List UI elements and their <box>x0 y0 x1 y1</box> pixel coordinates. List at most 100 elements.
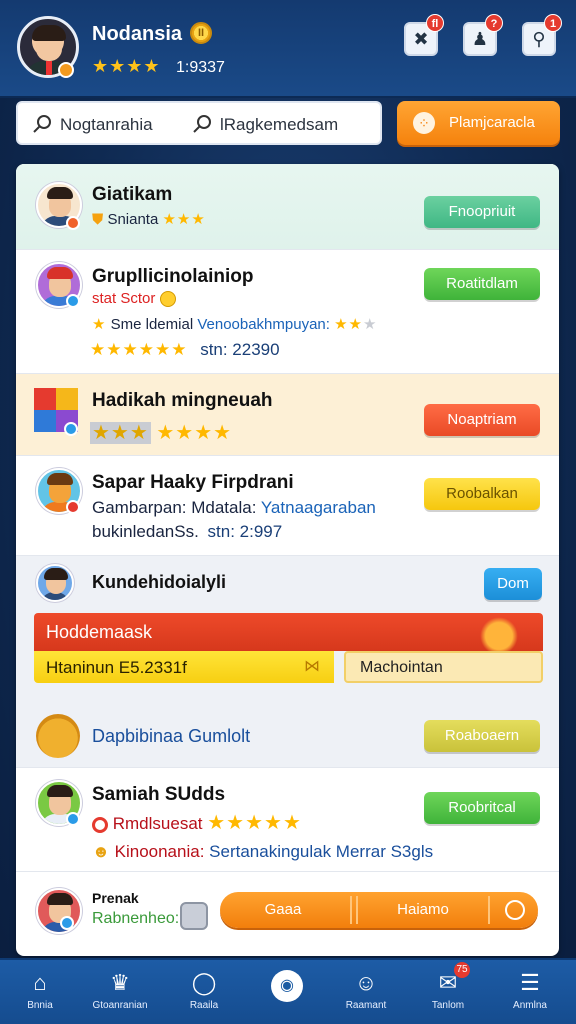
list-item[interactable]: Giatikam ⛊ Snianta ★★★ Fnoopriuit <box>16 164 559 250</box>
user-button[interactable]: ♟ ? <box>463 14 503 56</box>
list-item[interactable]: Hadikah mingneuah ★★★ ★★★★ Noaptriam <box>16 374 559 456</box>
search-bar: Nogtanrahia lRagkemedsam <box>16 101 382 145</box>
rating-stars-empty: ★ <box>363 316 378 333</box>
action-bar: Gaaa Haiamo <box>220 892 538 928</box>
user-rating-stars: ★★★★ <box>92 56 161 76</box>
search-icon <box>33 115 51 133</box>
nav-label: Tanlom <box>431 1000 465 1011</box>
search-input[interactable]: Nogtanrahia <box>60 115 153 135</box>
row-stats-text: bukinledanSs. <box>92 522 199 541</box>
expand-header-label: Hoddemaask <box>46 622 153 642</box>
nav-profile[interactable]: ☺ Raamant <box>330 960 402 1024</box>
row-title: Grupllicinolainiop <box>92 266 254 287</box>
row-subtitle: Rabnenheo: <box>92 910 180 927</box>
verified-badge <box>64 422 78 436</box>
expand-option-field[interactable]: Machointan <box>344 651 543 683</box>
row-detail: ★ Sme ldemial Venoobakhmpuyan: ★★★ <box>92 315 377 333</box>
row-detail: ☻ Kinoonania: Sertanakingulak Merrar S3g… <box>92 842 433 862</box>
expand-value: Htaninun E5.2331f <box>46 658 187 677</box>
row-rating: ★★★ ★★★★ <box>90 420 232 445</box>
notification-badge: ? <box>485 14 503 32</box>
expand-header[interactable]: Hoddemaask <box>34 613 543 655</box>
play-button-label: Plamjcaracla <box>449 114 535 131</box>
chat-button[interactable] <box>492 892 538 928</box>
notification-badge: fl <box>426 14 444 32</box>
row-action-button[interactable]: Noaptriam <box>424 404 540 436</box>
row-detail: Gambarpan: Mdatala: Yatnaagaraban <box>92 498 376 518</box>
alert-badge <box>66 500 80 514</box>
action-left-button[interactable]: Gaaa <box>220 892 346 928</box>
top-header: Nodansia II ★★★★ 1:9337 ✖ fl ♟ ? ⚲ 1 <box>0 0 576 98</box>
nav-circle[interactable]: ◯ Raaila <box>168 960 240 1024</box>
menu-icon: ☰ <box>520 970 540 995</box>
circle-icon: ◯ <box>191 970 217 995</box>
nav-crown[interactable]: ♛ Gtoanranian <box>84 960 156 1024</box>
list-item[interactable]: Grupllicinolainiop stat Sctor ★ Sme ldem… <box>16 250 559 374</box>
nav-play[interactable]: ◉ <box>250 960 322 1024</box>
nav-label: Raaila <box>189 1000 219 1011</box>
nav-label: Raamant <box>345 1000 387 1011</box>
row-title: Dapbibinaa Gumlolt <box>92 726 251 746</box>
game-icon: ⁘ <box>413 112 435 134</box>
list-item[interactable]: Dapbibinaa Gumlolt Roaboaern <box>16 706 559 768</box>
rating-stars: ★★★★★★ <box>90 340 188 359</box>
row-subtitle: ⛊ Snianta ★★★ <box>92 210 206 228</box>
star-icon: ★ <box>92 316 107 333</box>
row-detail-text: Mdatala: <box>191 498 257 517</box>
row-tag: Rmdlsuesat ★★★★★ <box>92 810 302 835</box>
row-action-button[interactable]: Dom <box>484 568 542 600</box>
expand-value-field[interactable]: Htaninun E5.2331f ⋈ <box>34 651 334 683</box>
shield-icon: ⛊ <box>92 211 104 228</box>
user-icon: ♟ <box>471 29 489 49</box>
row-detail-link[interactable]: Yatnaagaraban <box>261 498 376 517</box>
row-title: Sapar Haaky Firpdrani <box>92 472 294 493</box>
play-circle-icon: ◉ <box>271 970 303 1002</box>
row-subtitle-text: Snianta <box>107 211 159 228</box>
bottom-nav: ⌂ Bnnia ♛ Gtoanranian ◯ Raaila ◉ ☺ Raama… <box>0 958 576 1024</box>
search-person-button[interactable]: ⚲ 1 <box>522 14 562 56</box>
highlight-glow <box>480 617 518 655</box>
list-item[interactable]: Sapar Haaky Firpdrani Gambarpan: Mdatala… <box>16 456 559 556</box>
row-action-button[interactable]: Roobalkan <box>424 478 540 510</box>
nav-label: Gtoanranian <box>92 1000 148 1011</box>
list-panel: Giatikam ⛊ Snianta ★★★ Fnoopriuit Grupll… <box>16 164 559 956</box>
bow-tie-icon: ⋈ <box>304 658 320 675</box>
avatar <box>36 564 74 602</box>
row-title: Kundehidoialyli <box>92 572 227 592</box>
nav-menu[interactable]: ☰ Anmlna <box>494 960 566 1024</box>
row-title: Giatikam <box>92 184 173 205</box>
row-action-button[interactable]: Fnoopriuit <box>424 196 540 228</box>
row-detail-label: Kinoonania: <box>114 842 205 861</box>
action-right-button[interactable]: Haiamo <box>358 892 488 928</box>
chat-icon <box>505 900 525 921</box>
verified-badge <box>66 812 80 826</box>
row-tag-text: Rmdlsuesat <box>112 814 203 833</box>
notification-badge: 75 <box>454 962 470 978</box>
verified-badge <box>66 294 80 308</box>
row-detail-text: Sertanakingulak Merrar S3gls <box>209 842 434 861</box>
row-action-button[interactable]: Roatitdlam <box>424 268 540 300</box>
row-title: Samiah SUdds <box>92 784 226 805</box>
avatar-level-badge <box>58 62 74 78</box>
row-stat: stn: 22390 <box>200 340 280 359</box>
row-detail-link[interactable]: Venoobakhmpuyan: <box>197 316 330 333</box>
crown-icon: ♛ <box>110 970 130 995</box>
row-action-button[interactable]: Roobritcal <box>424 792 540 824</box>
nav-home[interactable]: ⌂ Bnnia <box>4 960 76 1024</box>
list-item[interactable]: Samiah SUdds Rmdlsuesat ★★★★★ ☻ Kinoonan… <box>16 768 559 872</box>
row-detail-text: Gambarpan: <box>92 498 187 517</box>
home-icon: ⌂ <box>33 970 47 995</box>
coin-icon <box>159 291 176 308</box>
search-input-secondary[interactable]: lRagkemedsam <box>220 115 338 135</box>
record-icon <box>92 816 108 833</box>
nav-mail[interactable]: ✉ 75 Tanlom <box>412 960 484 1024</box>
coin-icon: II <box>190 22 212 44</box>
search-person-icon: ⚲ <box>532 29 546 49</box>
user-score: 1:9337 <box>176 59 225 76</box>
play-button[interactable]: ⁘ Plamjcaracla <box>397 101 560 145</box>
tools-button[interactable]: ✖ fl <box>404 14 444 56</box>
row-tag-text: stat Sctor <box>92 290 156 307</box>
rating-stars: ★★★★★ <box>207 812 302 834</box>
row-action-button[interactable]: Roaboaern <box>424 720 540 752</box>
nav-label: Bnnia <box>27 1000 53 1011</box>
